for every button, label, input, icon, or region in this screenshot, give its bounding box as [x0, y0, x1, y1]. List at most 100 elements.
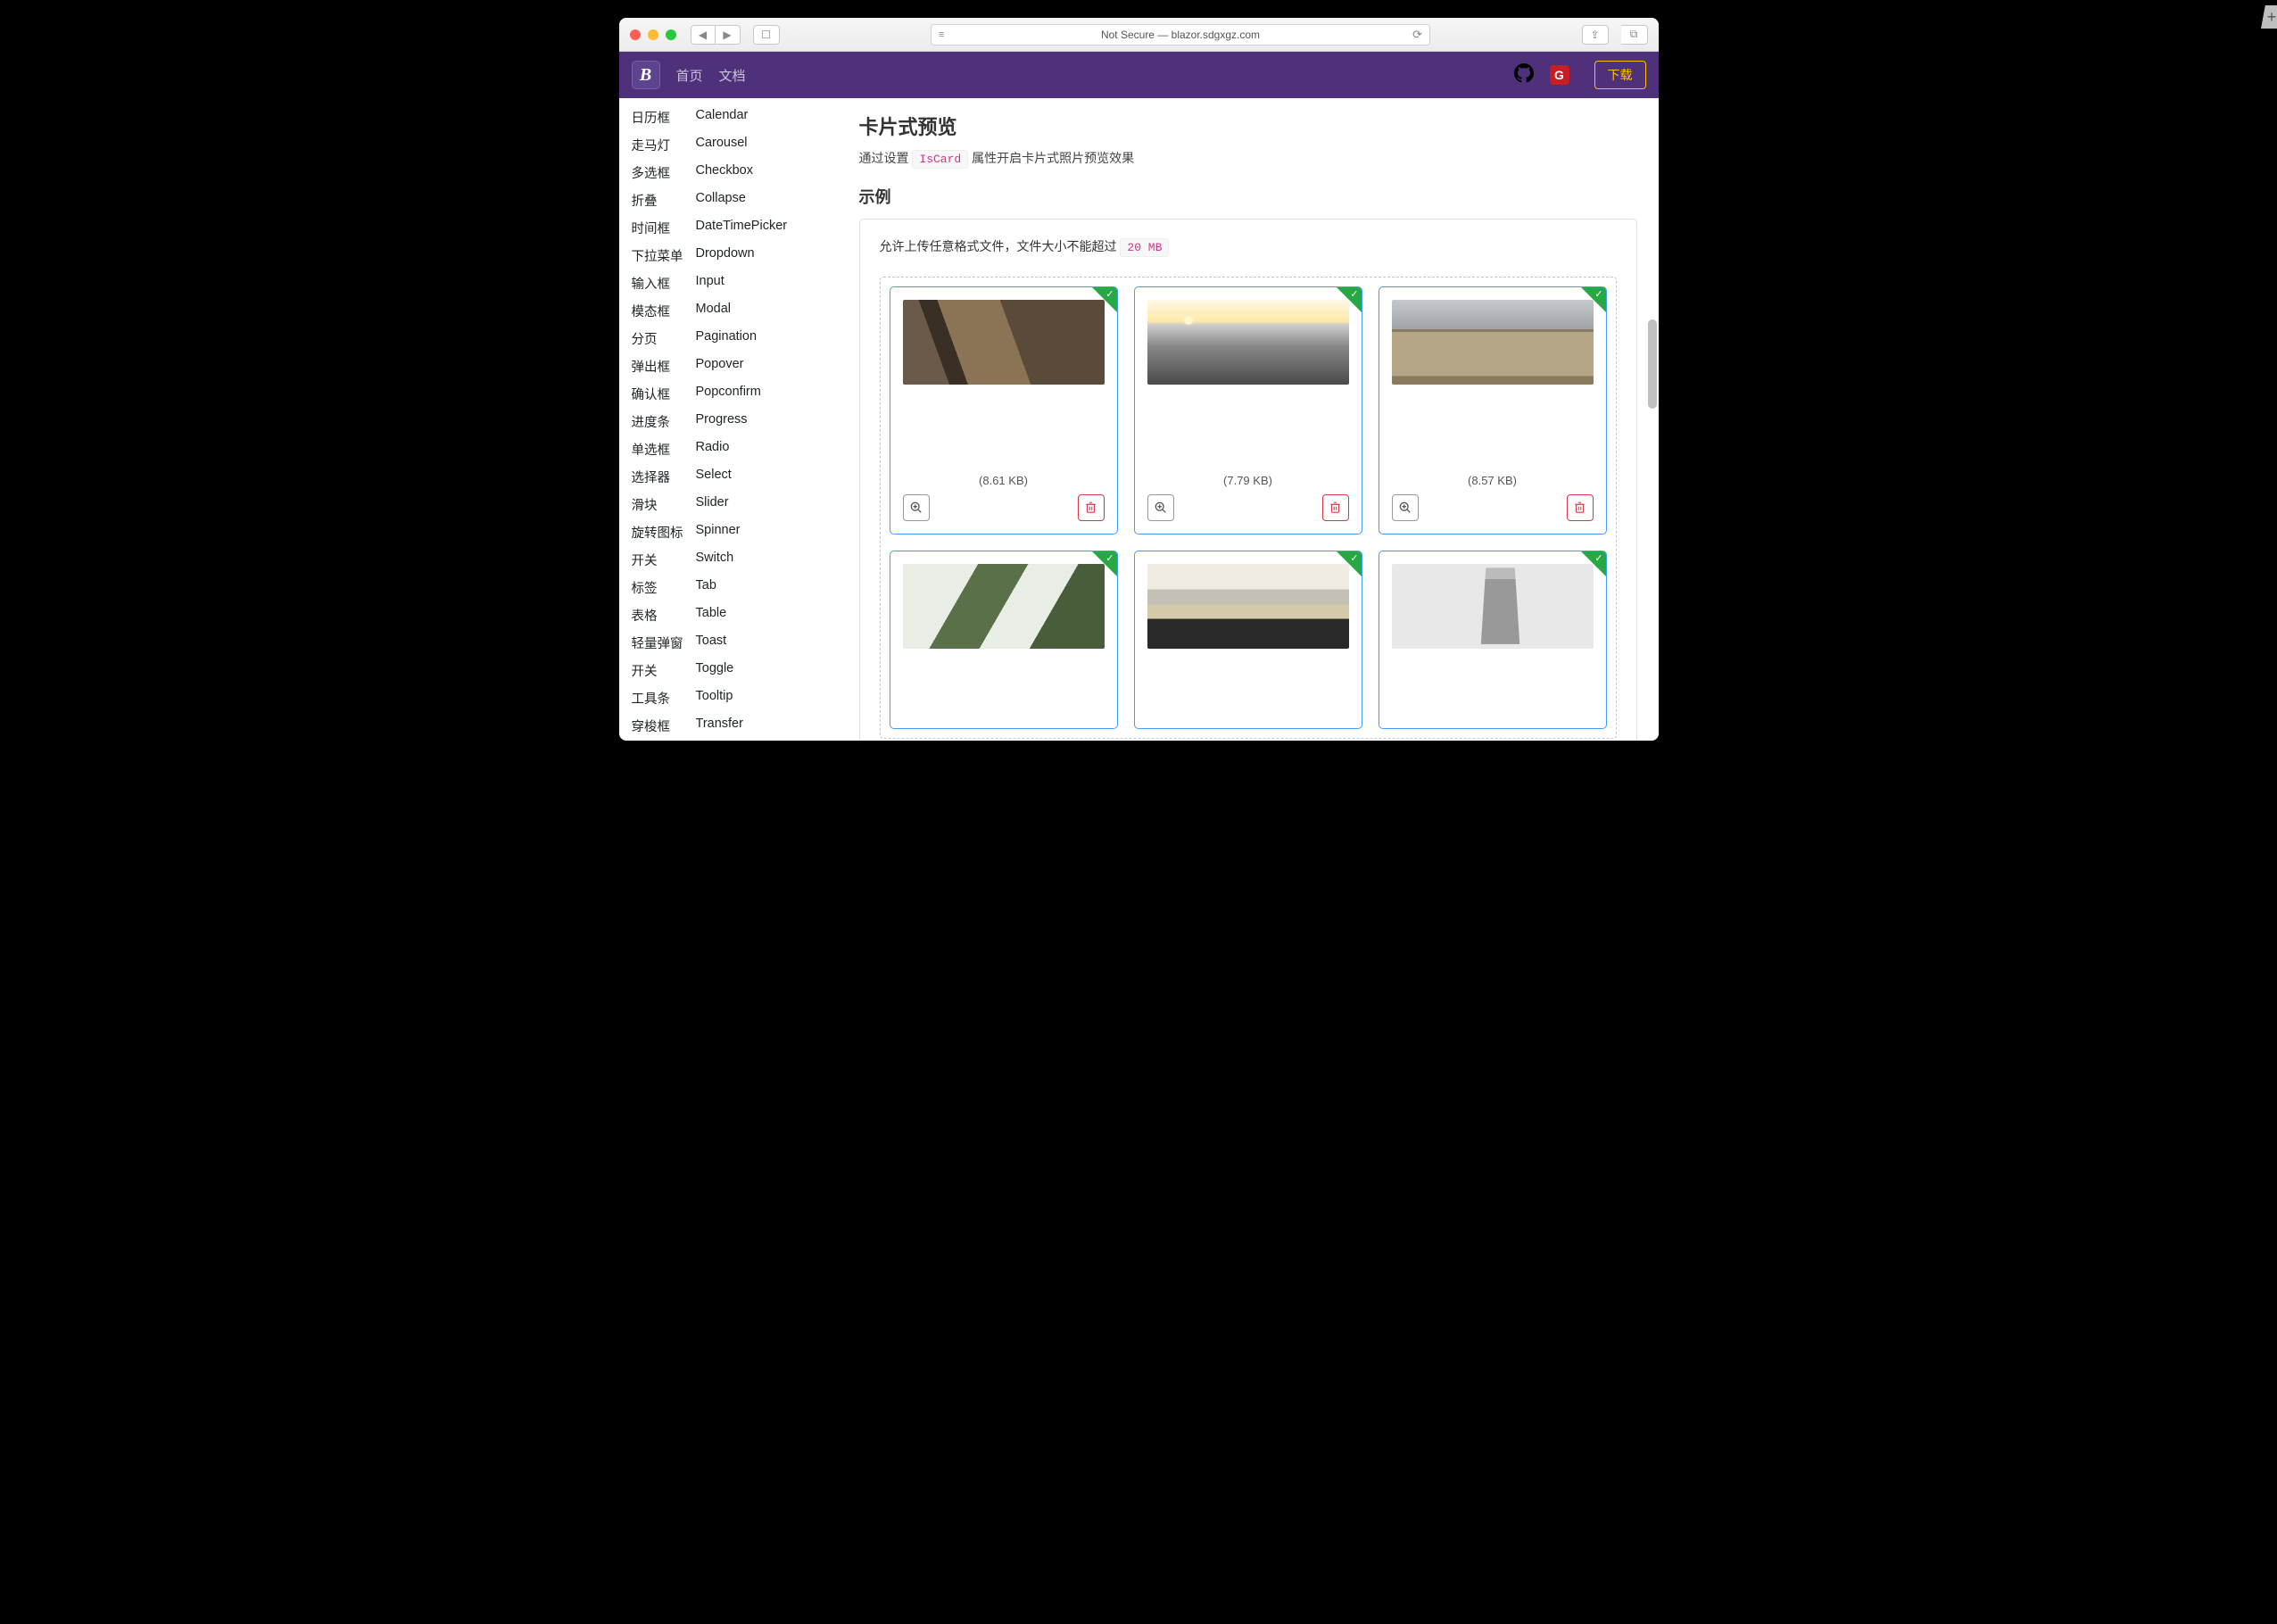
- forward-button[interactable]: ▶: [716, 25, 741, 45]
- sidebar-item-upload[interactable]: 上传组件Upload: [619, 740, 838, 741]
- zoom-button[interactable]: [1392, 494, 1419, 521]
- file-size: (8.57 KB): [1392, 474, 1594, 487]
- sidebar-item-cn: 确认框: [632, 385, 696, 403]
- nav-docs[interactable]: 文档: [719, 66, 746, 85]
- upload-card: ✓: [1134, 551, 1362, 729]
- sidebar-item-toggle[interactable]: 开关Toggle: [619, 657, 838, 684]
- sidebar-item-slider[interactable]: 滑块Slider: [619, 491, 838, 518]
- delete-button[interactable]: [1322, 494, 1349, 521]
- sidebar-item-cn: 轻量弹窗: [632, 634, 696, 652]
- sidebar-item-cn: 分页: [632, 329, 696, 348]
- check-icon: ✓: [1105, 288, 1114, 300]
- sidebar-item-toast[interactable]: 轻量弹窗Toast: [619, 629, 838, 657]
- github-icon[interactable]: [1514, 63, 1534, 87]
- sidebar-item-collapse[interactable]: 折叠Collapse: [619, 186, 838, 214]
- sidebar-item-dropdown[interactable]: 下拉菜单Dropdown: [619, 242, 838, 269]
- sidebar-item-en: Toast: [696, 634, 727, 652]
- zoom-button[interactable]: [903, 494, 930, 521]
- upload-card: ✓: [1379, 551, 1607, 729]
- sidebar-item-cn: 折叠: [632, 191, 696, 210]
- sidebar-item-cn: 模态框: [632, 302, 696, 320]
- close-window[interactable]: [630, 29, 641, 40]
- sidebar-item-popover[interactable]: 弹出框Popover: [619, 352, 838, 380]
- sidebar-item-en: Modal: [696, 302, 732, 320]
- thumbnail: [1147, 564, 1349, 649]
- gitee-icon[interactable]: G: [1550, 65, 1569, 85]
- app-header: B 首页 文档 G 下载: [619, 52, 1659, 98]
- sidebar-item-tooltip[interactable]: 工具条Tooltip: [619, 684, 838, 712]
- sidebar-item-en: Input: [696, 274, 724, 293]
- sidebar-item-en: Checkbox: [696, 163, 753, 182]
- sidebar-item-en: Dropdown: [696, 246, 755, 265]
- code-tag: IsCard: [912, 150, 968, 169]
- logo[interactable]: B: [632, 61, 660, 89]
- upload-limit: 20 MB: [1120, 238, 1169, 257]
- sidebar-item-en: Tooltip: [696, 689, 733, 708]
- sidebar-item-calendar[interactable]: 日历框Calendar: [619, 104, 838, 131]
- sidebar-item-cn: 单选框: [632, 440, 696, 459]
- share-button[interactable]: ⇪: [1582, 25, 1609, 45]
- sidebar-item-input[interactable]: 输入框Input: [619, 269, 838, 297]
- example-label: 示例: [859, 185, 1637, 208]
- sidebar-item-en: Select: [696, 468, 732, 486]
- sidebar-item-tab[interactable]: 标签Tab: [619, 574, 838, 601]
- zoom-button[interactable]: [1147, 494, 1174, 521]
- sidebar-item-en: Progress: [696, 412, 748, 431]
- sidebar-item-cn: 走马灯: [632, 136, 696, 154]
- sidebar-item-en: Tab: [696, 578, 716, 597]
- thumbnail: [1392, 300, 1594, 385]
- sidebar-item-progress[interactable]: 进度条Progress: [619, 408, 838, 435]
- sidebar-item-en: Popover: [696, 357, 744, 376]
- sidebar-item-pagination[interactable]: 分页Pagination: [619, 325, 838, 352]
- sidebar-item-switch[interactable]: 开关Switch: [619, 546, 838, 574]
- sidebar-item-cn: 多选框: [632, 163, 696, 182]
- sidebar: 日历框Calendar走马灯Carousel多选框Checkbox折叠Colla…: [619, 98, 838, 741]
- nav-home[interactable]: 首页: [676, 66, 703, 85]
- body-content: 日历框Calendar走马灯Carousel多选框Checkbox折叠Colla…: [619, 98, 1659, 741]
- delete-button[interactable]: [1078, 494, 1105, 521]
- sidebar-item-carousel[interactable]: 走马灯Carousel: [619, 131, 838, 159]
- sidebar-item-select[interactable]: 选择器Select: [619, 463, 838, 491]
- sidebar-item-en: DateTimePicker: [696, 219, 788, 237]
- sidebar-item-cn: 开关: [632, 551, 696, 569]
- sidebar-item-popconfirm[interactable]: 确认框Popconfirm: [619, 380, 838, 408]
- sidebar-item-cn: 开关: [632, 661, 696, 680]
- minimize-window[interactable]: [648, 29, 658, 40]
- traffic-lights: [630, 29, 676, 40]
- check-icon: ✓: [1594, 288, 1602, 300]
- sidebar-item-en: Calendar: [696, 108, 749, 127]
- address-text: Not Secure — blazor.sdgxgz.com: [1101, 29, 1260, 41]
- main-content: 卡片式预览 通过设置 IsCard 属性开启卡片式照片预览效果 示例 允许上传任…: [838, 98, 1659, 741]
- sidebar-item-en: Spinner: [696, 523, 741, 542]
- sidebar-toggle[interactable]: ☐: [753, 25, 780, 45]
- sidebar-item-modal[interactable]: 模态框Modal: [619, 297, 838, 325]
- sidebar-item-cn: 工具条: [632, 689, 696, 708]
- download-button[interactable]: 下载: [1594, 61, 1646, 89]
- sidebar-item-radio[interactable]: 单选框Radio: [619, 435, 838, 463]
- sidebar-item-datetimepicker[interactable]: 时间框DateTimePicker: [619, 214, 838, 242]
- delete-button[interactable]: [1567, 494, 1594, 521]
- sidebar-item-cn: 下拉菜单: [632, 246, 696, 265]
- sidebar-item-cn: 时间框: [632, 219, 696, 237]
- sidebar-item-transfer[interactable]: 穿梭框Transfer: [619, 712, 838, 740]
- sidebar-item-cn: 输入框: [632, 274, 696, 293]
- address-bar[interactable]: ≡ Not Secure — blazor.sdgxgz.com ⟳: [931, 24, 1430, 46]
- sidebar-item-cn: 表格: [632, 606, 696, 625]
- file-size: (7.79 KB): [1147, 474, 1349, 487]
- nav-buttons: ◀ ▶: [691, 25, 741, 45]
- sidebar-item-cn: 弹出框: [632, 357, 696, 376]
- sidebar-item-spinner[interactable]: 旋转图标Spinner: [619, 518, 838, 546]
- back-button[interactable]: ◀: [691, 25, 716, 45]
- sidebar-item-cn: 选择器: [632, 468, 696, 486]
- tabs-button[interactable]: ⧉: [1621, 25, 1648, 45]
- sidebar-item-en: Radio: [696, 440, 730, 459]
- maximize-window[interactable]: [666, 29, 676, 40]
- file-size: (8.61 KB): [903, 474, 1105, 487]
- card-actions: [903, 494, 1105, 521]
- sidebar-item-table[interactable]: 表格Table: [619, 601, 838, 629]
- upload-card: ✓(7.79 KB): [1134, 286, 1362, 534]
- scrollbar[interactable]: [1648, 319, 1657, 409]
- thumbnail: [903, 564, 1105, 649]
- sidebar-item-checkbox[interactable]: 多选框Checkbox: [619, 159, 838, 186]
- reload-icon[interactable]: ⟳: [1412, 28, 1422, 42]
